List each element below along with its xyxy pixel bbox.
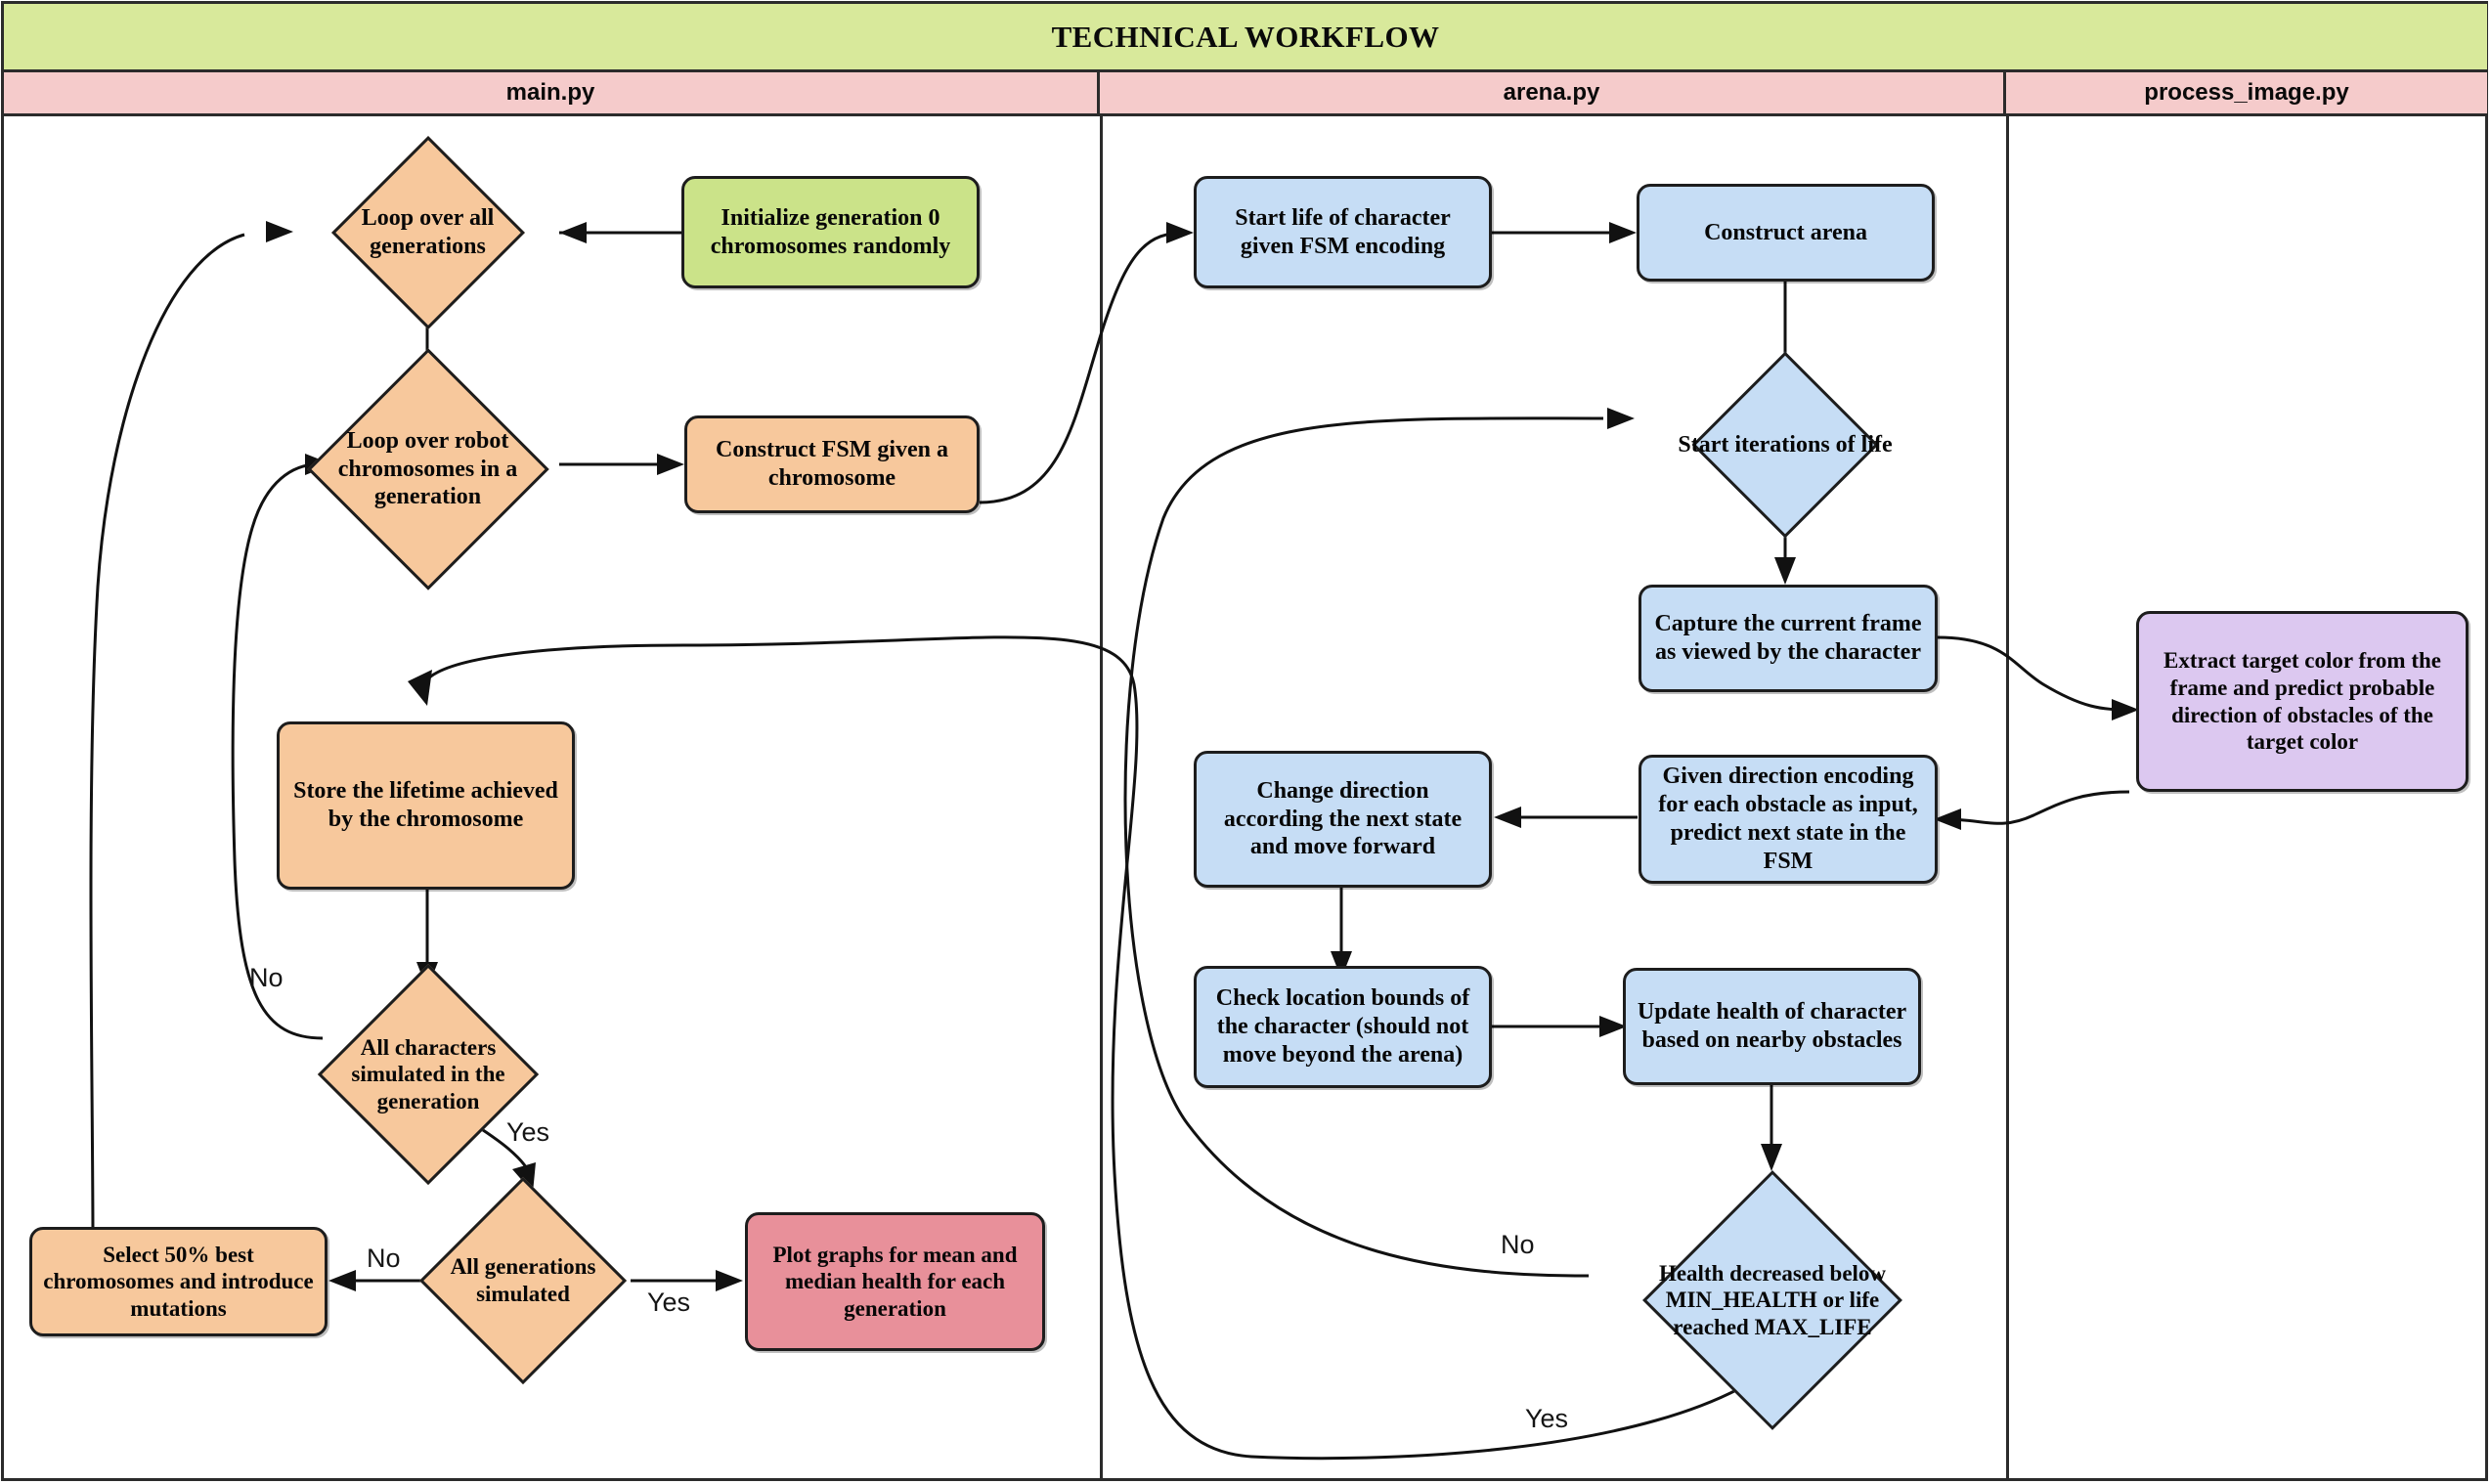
- lane-divider-2: [2006, 116, 2009, 1479]
- node-all-generations[interactable]: All generations simulated: [411, 1173, 635, 1388]
- lane-divider-1: [1100, 116, 1103, 1479]
- node-check-bounds[interactable]: Check location bounds of the character (…: [1194, 966, 1492, 1088]
- node-label: Store the lifetime achieved by the chrom…: [293, 778, 558, 832]
- node-start-life[interactable]: Start life of character given FSM encodi…: [1194, 176, 1492, 288]
- node-all-characters[interactable]: All characters simulated in the generati…: [282, 963, 575, 1186]
- node-store-lifetime[interactable]: Store the lifetime achieved by the chrom…: [277, 721, 575, 890]
- node-label: Health decreased below MIN_HEALTH or lif…: [1658, 1260, 1887, 1339]
- lane-header-process-image: process_image.py: [2006, 72, 2487, 116]
- diagram-title-band: TECHNICAL WORKFLOW: [4, 4, 2487, 72]
- edge-label-health-yes: Yes: [1525, 1404, 1569, 1433]
- node-label: Initialize generation 0 chromosomes rand…: [710, 204, 951, 259]
- edge-label-all-generations-yes: Yes: [647, 1288, 691, 1317]
- node-label: Loop over all generations: [361, 205, 495, 259]
- lane-label-arena: arena.py: [1503, 79, 1600, 106]
- lane-header-main: main.py: [4, 72, 1100, 116]
- node-init-chromosomes[interactable]: Initialize generation 0 chromosomes rand…: [681, 176, 980, 288]
- lane-label-main: main.py: [505, 79, 595, 106]
- node-label: Extract target color from the frame and …: [2163, 648, 2441, 755]
- node-select-best[interactable]: Select 50% best chromosomes and introduc…: [29, 1227, 328, 1336]
- lane-label-process-image: process_image.py: [2144, 79, 2349, 106]
- node-label: Loop over robot chromosomes in a generat…: [337, 427, 518, 510]
- node-extract-color[interactable]: Extract target color from the frame and …: [2136, 611, 2469, 792]
- node-update-health[interactable]: Update health of character based on near…: [1623, 968, 1921, 1085]
- node-label: Start iterations of life: [1678, 431, 1893, 458]
- node-label: Given direction encoding for each obstac…: [1658, 764, 1918, 874]
- node-health-check[interactable]: Health decreased below MIN_HEALTH or lif…: [1601, 1163, 1944, 1437]
- node-label: All generations simulated: [450, 1254, 596, 1306]
- node-label: Construct FSM given a chromosome: [716, 437, 948, 491]
- workflow-diagram: TECHNICAL WORKFLOW main.py arena.py proc…: [0, 0, 2491, 1484]
- node-start-iterations[interactable]: Start iterations of life: [1639, 351, 1932, 539]
- lane-header-arena: arena.py: [1100, 72, 2006, 116]
- edge-label-all-characters-yes: Yes: [506, 1117, 550, 1147]
- node-construct-arena[interactable]: Construct arena: [1637, 184, 1935, 282]
- node-label: Capture the current frame as viewed by t…: [1654, 611, 1922, 665]
- node-label: Plot graphs for mean and median health f…: [772, 1242, 1018, 1321]
- node-construct-fsm[interactable]: Construct FSM given a chromosome: [684, 415, 980, 513]
- node-predict-state[interactable]: Given direction encoding for each obstac…: [1639, 755, 1938, 884]
- node-label: Change direction according the next stat…: [1223, 777, 1463, 860]
- node-label: Select 50% best chromosomes and introduc…: [43, 1242, 314, 1321]
- node-capture-frame[interactable]: Capture the current frame as viewed by t…: [1639, 585, 1938, 692]
- node-loop-generations[interactable]: Loop over all generations: [288, 136, 567, 329]
- node-change-direction[interactable]: Change direction according the next stat…: [1194, 751, 1492, 888]
- edge-label-all-characters-no: No: [249, 963, 284, 992]
- edge-label-health-no: No: [1501, 1230, 1535, 1259]
- node-label: Start life of character given FSM encodi…: [1235, 204, 1451, 259]
- diagram-title: TECHNICAL WORKFLOW: [1051, 19, 1440, 54]
- node-loop-chromosomes[interactable]: Loop over robot chromosomes in a generat…: [274, 347, 582, 591]
- node-label: Construct arena: [1704, 219, 1867, 245]
- node-label: Update health of character based on near…: [1637, 999, 1907, 1053]
- node-label: Check location bounds of the character (…: [1215, 985, 1470, 1068]
- edge-label-all-generations-no: No: [367, 1244, 401, 1273]
- node-label: All characters simulated in the generati…: [351, 1034, 505, 1113]
- node-plot-graphs[interactable]: Plot graphs for mean and median health f…: [745, 1212, 1045, 1351]
